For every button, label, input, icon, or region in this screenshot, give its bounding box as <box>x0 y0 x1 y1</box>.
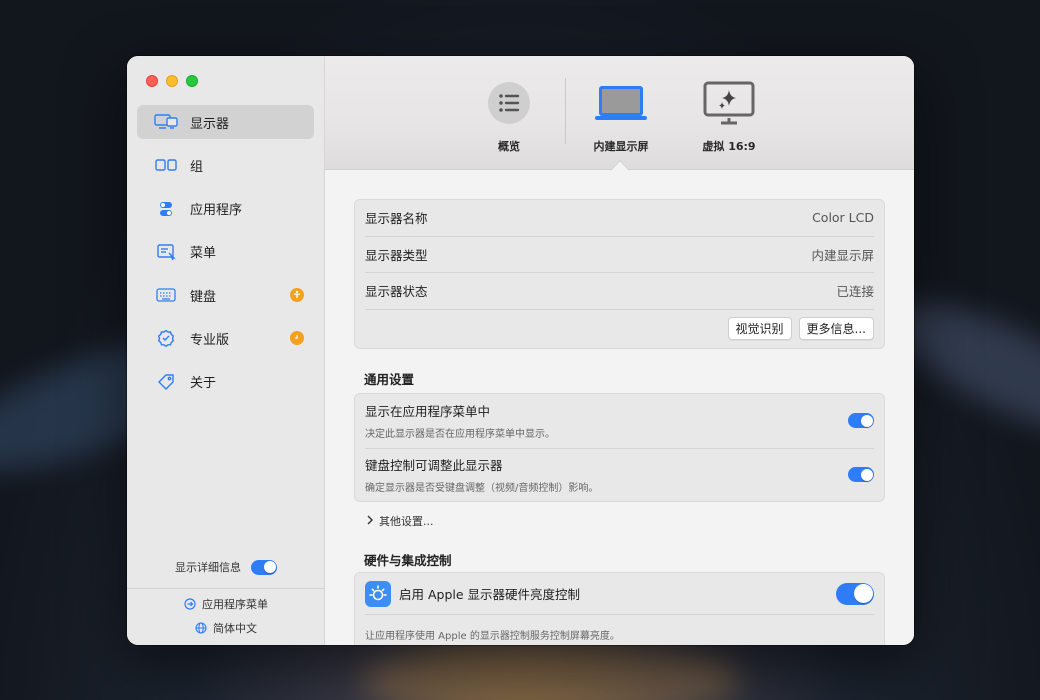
displays-icon <box>154 113 178 131</box>
other-settings-label: 其他设置... <box>379 515 434 528</box>
tag-icon <box>154 373 178 391</box>
setting-show-in-menu: 显示在应用程序菜单中 决定此显示器是否在应用程序菜单中显示。 <box>365 394 874 448</box>
info-value: 已连接 <box>836 284 874 300</box>
hardware-card: 启用 Apple 显示器硬件亮度控制 让应用程序使用 Apple 的显示器控制服… <box>354 572 885 645</box>
tab-label: 虚拟 16:9 <box>702 140 756 153</box>
sidebar-item-pro[interactable]: 专业版 <box>137 321 314 355</box>
apps-icon <box>154 200 178 218</box>
chevron-right-icon <box>366 515 374 528</box>
laptop-icon <box>593 83 649 126</box>
app-menu-label: 应用程序菜单 <box>202 598 268 611</box>
clock-badge-icon <box>290 331 304 346</box>
general-settings-card: 显示在应用程序菜单中 决定此显示器是否在应用程序菜单中显示。 键盘控制可调整此显… <box>354 393 885 502</box>
virtual-display-icon <box>702 80 756 129</box>
sidebar: 显示器 组 应用程序 菜单 键盘 专业版 关于 显示详细信息 应用程序菜单 简体… <box>127 56 325 645</box>
tab-separator <box>565 78 566 144</box>
info-row-status: 显示器状态 已连接 <box>365 273 874 310</box>
setting-description: 决定此显示器是否在应用程序菜单中显示。 <box>365 429 555 441</box>
setting-title: 显示在应用程序菜单中 <box>365 404 491 420</box>
show-details-row: 显示详细信息 <box>127 559 325 575</box>
groups-icon <box>154 156 178 174</box>
more-info-button[interactable]: 更多信息... <box>798 317 874 340</box>
info-row-type: 显示器类型 内建显示屏 <box>365 237 874 273</box>
display-tabs-bar: 概览 内建显示屏 虚拟 16:9 <box>325 56 914 170</box>
arrow-circle-icon <box>184 598 196 610</box>
menu-icon <box>154 243 178 261</box>
pro-badge-icon <box>154 329 178 348</box>
sidebar-item-displays[interactable]: 显示器 <box>137 105 314 139</box>
info-value: Color LCD <box>812 210 874 226</box>
hardware-brightness-row: 启用 Apple 显示器硬件亮度控制 <box>365 573 874 615</box>
sidebar-item-label: 组 <box>190 159 204 175</box>
sidebar-item-menu[interactable]: 菜单 <box>137 235 314 269</box>
info-row-name: 显示器名称 Color LCD <box>365 200 874 237</box>
other-settings-disclosure[interactable]: 其他设置... <box>366 513 434 529</box>
app-window: 显示器 组 应用程序 菜单 键盘 专业版 关于 显示详细信息 应用程序菜单 简体… <box>127 56 914 645</box>
info-key: 显示器状态 <box>365 284 428 300</box>
tab-built-in-display[interactable]: 内建显示屏 <box>576 80 666 154</box>
display-info-card: 显示器名称 Color LCD 显示器类型 内建显示屏 显示器状态 已连接 视觉… <box>354 199 885 349</box>
sidebar-item-apps[interactable]: 应用程序 <box>137 192 314 226</box>
sidebar-item-label: 菜单 <box>190 246 217 262</box>
language-label: 简体中文 <box>213 622 257 635</box>
sidebar-item-label: 应用程序 <box>190 203 243 219</box>
keyboard-control-toggle[interactable] <box>848 467 874 483</box>
app-menu-link[interactable]: 应用程序菜单 <box>127 596 325 612</box>
hardware-brightness-toggle[interactable] <box>836 582 874 605</box>
tab-label: 概览 <box>498 140 520 153</box>
setting-description: 确定显示器是否受键盘调整（视频/音频控制）影响。 <box>365 483 599 495</box>
list-icon <box>487 81 531 128</box>
show-in-menu-toggle[interactable] <box>848 413 874 429</box>
keyboard-icon <box>154 286 178 304</box>
show-details-label: 显示详细信息 <box>175 561 241 574</box>
tab-label: 内建显示屏 <box>593 140 649 153</box>
minimize-button[interactable] <box>166 75 178 87</box>
info-value: 内建显示屏 <box>811 247 874 263</box>
tab-virtual-display[interactable]: 虚拟 16:9 <box>684 80 774 154</box>
zoom-button[interactable] <box>186 75 198 87</box>
sidebar-item-label: 显示器 <box>190 116 230 132</box>
tab-overview[interactable]: 概览 <box>464 80 554 154</box>
sidebar-divider <box>127 588 325 589</box>
sidebar-item-about[interactable]: 关于 <box>137 365 314 399</box>
show-details-toggle[interactable] <box>251 559 277 575</box>
general-settings-title: 通用设置 <box>364 372 415 387</box>
sidebar-nav: 显示器 组 应用程序 菜单 键盘 专业版 关于 <box>137 105 314 408</box>
setting-keyboard-control: 键盘控制可调整此显示器 确定显示器是否受键盘调整（视频/音频控制）影响。 <box>365 447 874 502</box>
accessibility-badge-icon <box>290 288 304 303</box>
info-buttons: 视觉识别 更多信息... <box>355 310 884 348</box>
hardware-setting-description: 让应用程序使用 Apple 的显示器控制服务控制屏幕亮度。 <box>365 631 620 642</box>
sidebar-item-label: 键盘 <box>190 289 217 305</box>
sidebar-item-groups[interactable]: 组 <box>137 148 314 182</box>
setting-title: 键盘控制可调整此显示器 <box>365 458 503 474</box>
main-panel: 概览 内建显示屏 虚拟 16:9 显示器名称 Color LCD 显示器类型 内… <box>325 56 914 645</box>
window-controls <box>146 75 198 87</box>
sidebar-item-label: 专业版 <box>190 332 230 348</box>
identify-button[interactable]: 视觉识别 <box>727 317 792 340</box>
brightness-icon <box>365 580 391 607</box>
close-button[interactable] <box>146 75 158 87</box>
wallpaper-streak <box>360 640 740 700</box>
language-link[interactable]: 简体中文 <box>127 620 325 636</box>
info-key: 显示器类型 <box>365 247 428 263</box>
hardware-title: 硬件与集成控制 <box>364 553 452 568</box>
hardware-setting-title: 启用 Apple 显示器硬件亮度控制 <box>399 587 581 602</box>
sidebar-item-keyboard[interactable]: 键盘 <box>137 278 314 312</box>
info-key: 显示器名称 <box>365 211 428 227</box>
globe-icon <box>195 622 207 634</box>
sidebar-item-label: 关于 <box>190 376 217 392</box>
